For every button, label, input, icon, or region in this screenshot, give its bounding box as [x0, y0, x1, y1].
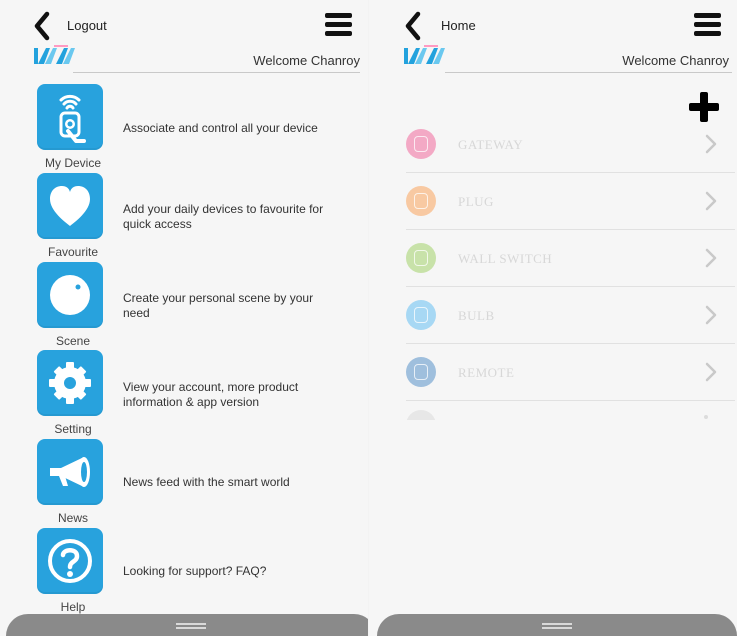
hamburger-line [325, 22, 352, 27]
favourite-description-line: Add your daily devices to favourite for [123, 202, 324, 216]
chevron-right-icon [705, 191, 717, 211]
bulb-label: BULB [458, 308, 495, 323]
right-header-divider [445, 72, 732, 73]
chevron-right-icon [705, 305, 717, 325]
hamburger-line [694, 13, 721, 18]
drawer-handle-icon [542, 623, 572, 631]
hamburger-line [694, 22, 721, 27]
device-row-wall-switch[interactable]: WALL SWITCH [406, 230, 735, 287]
device-row-bulb[interactable]: BULB [406, 287, 735, 344]
help-description: Looking for support? FAQ? [123, 564, 359, 579]
menu-item-news[interactable]: News News feed with the smart world [0, 439, 368, 525]
scene-description-line: Create your personal scene by your [123, 291, 314, 305]
setting-description: View your account, more product informat… [123, 380, 359, 410]
chevron-left-icon [405, 11, 421, 41]
help-button[interactable] [37, 528, 103, 594]
chevron-left-icon [34, 11, 50, 41]
megaphone-icon [50, 457, 90, 487]
remote-icon [406, 357, 436, 387]
right-device-screen: Home Welcome Chanroy GATEWAY PLUG WALL S… [369, 0, 737, 636]
heart-icon [50, 186, 90, 226]
home-label[interactable]: Home [441, 18, 476, 33]
right-hamburger-menu-button[interactable] [694, 12, 721, 38]
left-bottom-drawer-handle[interactable] [6, 614, 368, 636]
scene-description: Create your personal scene by your need [123, 291, 359, 321]
drawer-handle-icon [176, 623, 206, 631]
gateway-icon [406, 129, 436, 159]
device-placeholder-icon [406, 410, 436, 420]
bulb-icon [406, 300, 436, 330]
logout-back-button[interactable] [28, 10, 56, 42]
remote-label: REMOTE [458, 365, 515, 380]
scene-button[interactable] [37, 262, 103, 328]
my-device-label: My Device [44, 156, 101, 170]
news-label: News [57, 511, 88, 525]
scene-icon [50, 275, 90, 315]
left-brand-row: Welcome Chanroy [0, 44, 368, 74]
hamburger-line [325, 31, 352, 36]
menu-item-help[interactable]: Help Looking for support? FAQ? [0, 528, 368, 614]
device-row-plug[interactable]: PLUG [406, 173, 735, 230]
scene-label: Scene [55, 334, 91, 348]
gateway-label: GATEWAY [458, 137, 524, 152]
menu-item-my-device[interactable]: My Device Associate and control all your… [0, 84, 368, 170]
setting-description-line: information & app version [123, 395, 260, 409]
device-row-gateway[interactable]: GATEWAY [406, 116, 735, 173]
gear-icon [49, 362, 91, 404]
hamburger-line [325, 13, 352, 18]
menu-item-scene[interactable]: Scene Create your personal scene by your… [0, 262, 368, 348]
brand-logo-icon [34, 45, 75, 64]
left-home-screen: Logout Welcome Chanroy My Device Associa… [0, 0, 368, 636]
wall-switch-icon [406, 243, 436, 273]
wifi-device-icon [59, 94, 86, 143]
right-top-bar: Home [369, 8, 737, 44]
my-device-button[interactable] [37, 84, 103, 150]
left-welcome-text: Welcome Chanroy [253, 53, 360, 68]
right-welcome-text: Welcome Chanroy [622, 53, 729, 68]
logout-label[interactable]: Logout [67, 18, 107, 33]
right-bottom-drawer-handle[interactable] [377, 614, 737, 636]
news-description-line: News feed with the smart world [123, 475, 290, 489]
my-device-description-line: Associate and control all your device [123, 121, 318, 135]
brand-logo-icon [404, 45, 445, 64]
favourite-description-line: quick access [123, 217, 192, 231]
help-label: Help [60, 600, 86, 614]
scene-description-line: need [123, 306, 150, 320]
news-description: News feed with the smart world [123, 475, 359, 490]
menu-item-favourite[interactable]: Favourite Add your daily devices to favo… [0, 173, 368, 259]
favourite-label: Favourite [47, 245, 99, 259]
left-header-divider [73, 72, 360, 73]
device-row-remote[interactable]: REMOTE [406, 344, 735, 401]
help-icon [48, 539, 92, 583]
chevron-right-icon [705, 248, 717, 268]
chevron-right-icon [705, 362, 717, 382]
device-row-partial[interactable] [406, 410, 735, 422]
left-top-bar: Logout [0, 8, 368, 44]
my-device-description: Associate and control all your device [123, 121, 359, 136]
help-description-line: Looking for support? FAQ? [123, 564, 267, 578]
menu-item-setting[interactable]: Setting View your account, more product … [0, 350, 368, 436]
plug-label: PLUG [458, 194, 494, 209]
setting-button[interactable] [37, 350, 103, 416]
hamburger-line [694, 31, 721, 36]
app-comparison-stage: Logout Welcome Chanroy My Device Associa… [0, 0, 737, 636]
wall-switch-label: WALL SWITCH [458, 251, 553, 266]
setting-label: Setting [54, 422, 92, 436]
chevron-right-icon [705, 134, 717, 154]
home-back-button[interactable] [399, 10, 427, 42]
right-brand-row: Welcome Chanroy [369, 44, 737, 74]
news-button[interactable] [37, 439, 103, 505]
left-hamburger-menu-button[interactable] [325, 12, 352, 38]
setting-description-line: View your account, more product [123, 380, 299, 394]
plug-icon [406, 186, 436, 216]
favourite-description: Add your daily devices to favourite for … [123, 202, 359, 232]
chevron-right-icon [704, 415, 708, 419]
favourite-button[interactable] [37, 173, 103, 239]
